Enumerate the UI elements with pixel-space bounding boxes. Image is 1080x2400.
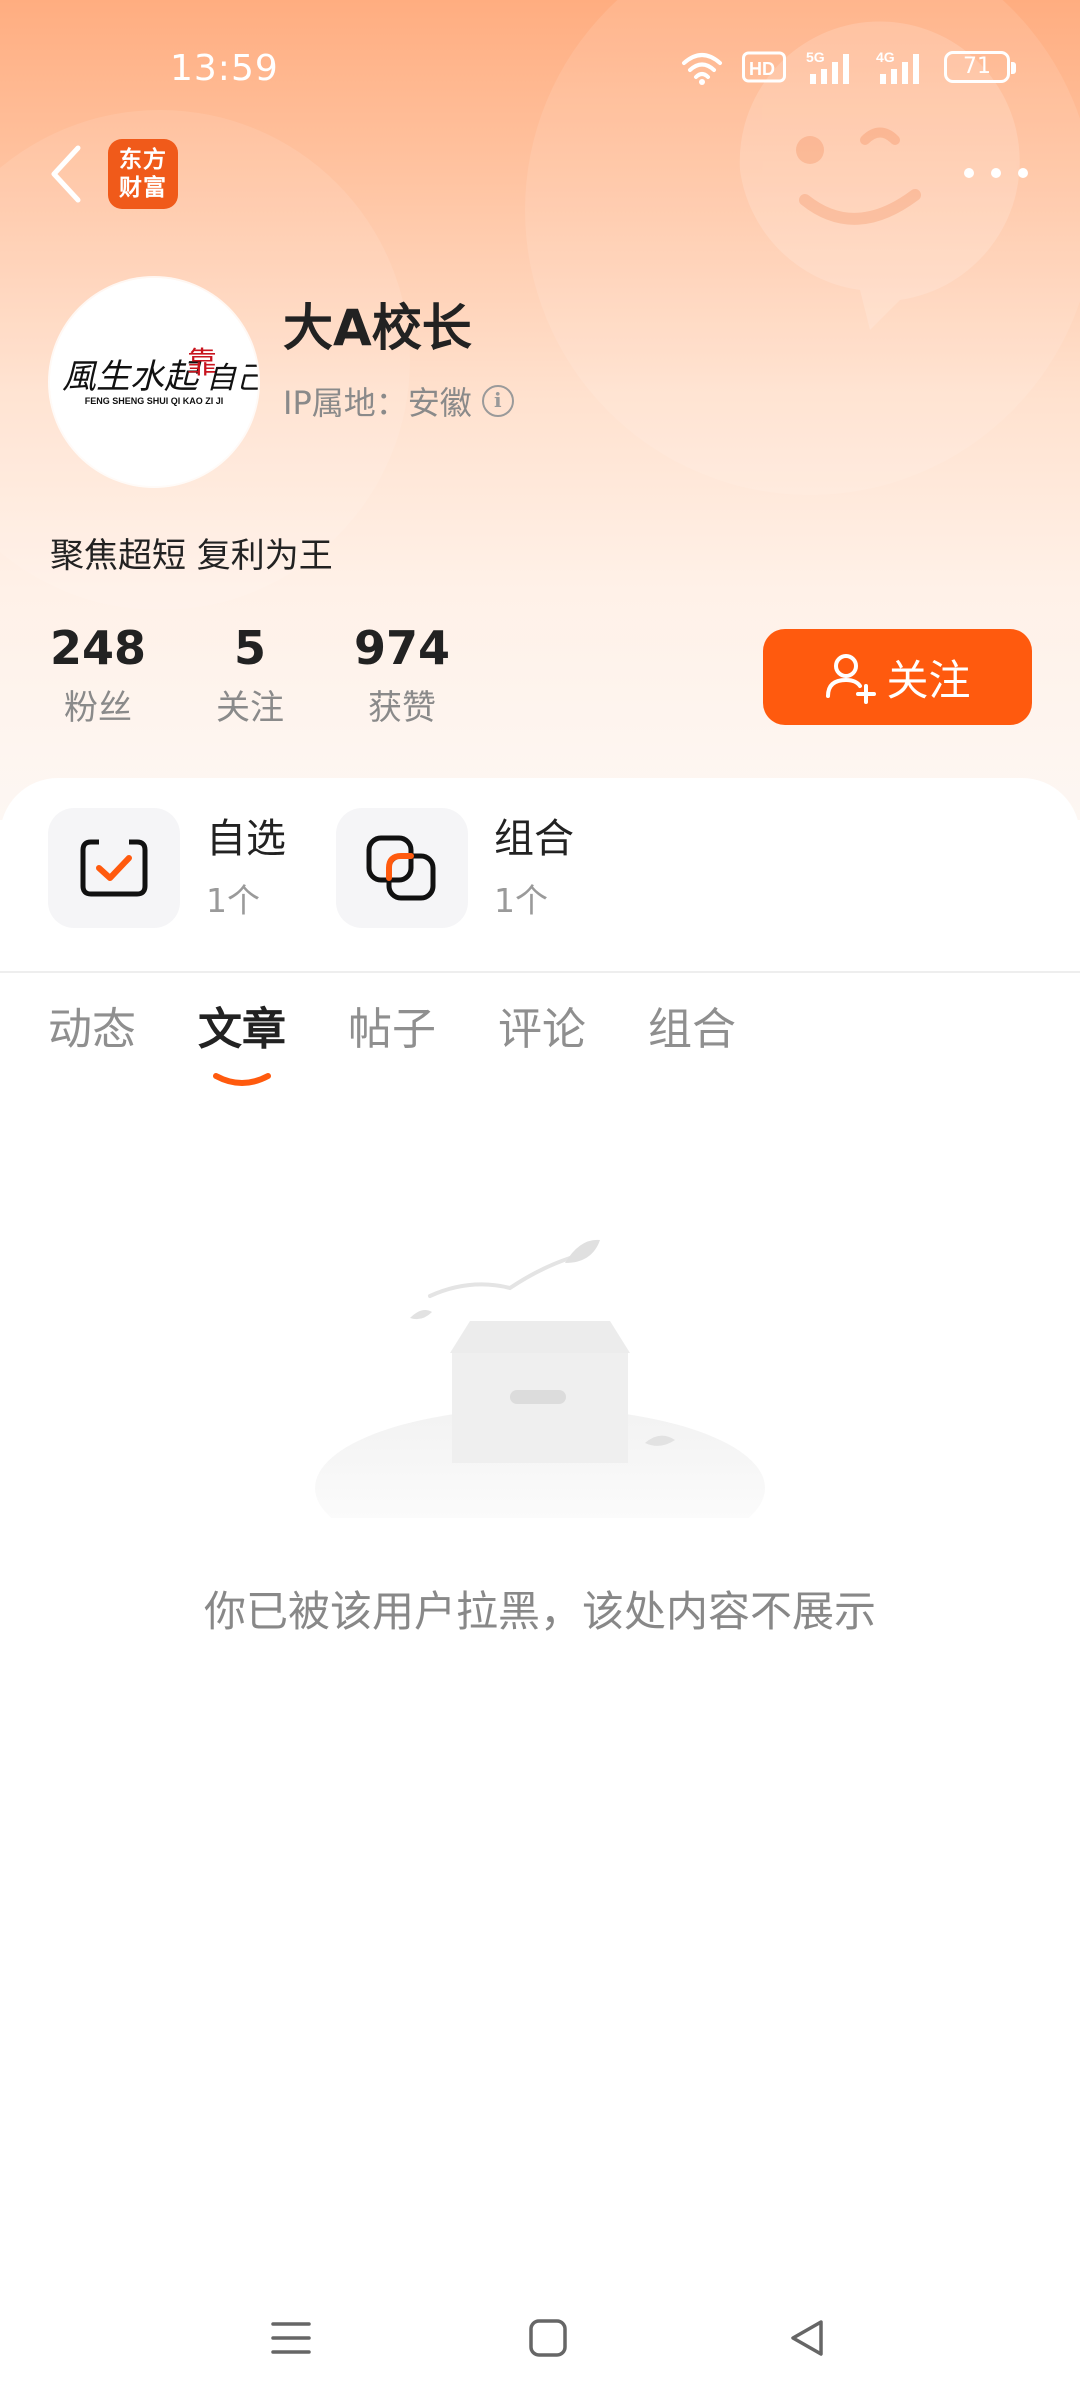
stat-label: 关注	[216, 688, 285, 728]
status-time: 13:59	[170, 48, 279, 89]
user-bio: 聚焦超短 复利为王	[50, 536, 333, 576]
menu-icon[interactable]	[261, 2308, 321, 2368]
active-tab-indicator	[213, 1073, 271, 1086]
status-bar: 13:59 HD 5G 4G 71	[0, 0, 1080, 140]
more-options-icon[interactable]	[964, 162, 1028, 184]
app-logo-line2: 财富	[119, 175, 167, 201]
shortcut-title: 自选	[206, 816, 286, 862]
wifi-icon	[682, 53, 722, 85]
shortcut-count: 1个	[206, 881, 260, 920]
dot-icon	[1018, 168, 1028, 178]
ip-location-row[interactable]: IP属地：安徽 i	[283, 378, 514, 424]
ip-location: IP属地：安徽	[283, 384, 472, 422]
shortcut-icon-box	[48, 808, 180, 928]
dot-icon	[964, 168, 974, 178]
dot-icon	[991, 168, 1001, 178]
shortcut-title: 组合	[494, 816, 574, 862]
battery-icon: 71	[944, 51, 1016, 83]
hd-label: HD	[749, 59, 775, 79]
tab-articles[interactable]: 文章	[198, 1000, 286, 1086]
net2-label: 4G	[876, 49, 895, 65]
tab-portfolios[interactable]: 组合	[648, 1000, 736, 1060]
divider	[0, 971, 1080, 973]
tab-dynamics[interactable]: 动态	[48, 1000, 136, 1060]
follow-button-label: 关注	[886, 655, 971, 705]
net1-label: 5G	[806, 49, 825, 65]
follow-button[interactable]: 关注	[763, 629, 1032, 725]
empty-box-illustration	[315, 1239, 765, 1518]
signal-4g-icon: 4G	[876, 49, 919, 84]
app-logo: 东方 财富	[108, 139, 178, 209]
system-nav-bar	[0, 2270, 1080, 2400]
back-triangle-icon[interactable]	[777, 2308, 837, 2368]
checkbox-icon	[80, 836, 148, 897]
home-icon[interactable]	[518, 2308, 578, 2368]
status-icons: HD 5G 4G 71	[680, 46, 1016, 88]
stat-value: 5	[234, 621, 267, 675]
shortcut-portfolio[interactable]: 组合 1个	[336, 808, 574, 928]
avatar-latin-text: FENG SHENG SHUI QI KAO ZI JI	[85, 396, 224, 406]
shortcut-icon-box	[336, 808, 468, 928]
app-logo-line1: 东方	[119, 147, 167, 173]
tab-posts[interactable]: 帖子	[348, 1000, 436, 1060]
stats-row: 248 粉丝 5 关注 974 获赞	[50, 620, 520, 729]
avatar[interactable]: 風生水起 靠 自己 FENG SHENG SHUI QI KAO ZI JI	[50, 278, 258, 486]
stat-value: 974	[354, 621, 451, 675]
shortcut-watchlist[interactable]: 自选 1个	[48, 808, 286, 928]
stat-followers[interactable]: 248 粉丝	[50, 620, 146, 729]
battery-level: 71	[963, 54, 991, 79]
user-name: 大A校长	[283, 299, 472, 357]
hd-icon: HD	[742, 51, 786, 83]
stat-label: 粉丝	[64, 688, 133, 728]
avatar-image: 風生水起 靠 自己 FENG SHENG SHUI QI KAO ZI JI	[50, 278, 258, 486]
tab-articles-label: 文章	[198, 1004, 286, 1055]
empty-state-message: 你已被该用户拉黑，该处内容不展示	[203, 1587, 876, 1636]
profile-header: 13:59 HD 5G 4G 71 东方 财富 風生水起 靠 自 FENG SH…	[0, 0, 1080, 820]
stat-following[interactable]: 5 关注	[216, 620, 284, 729]
shortcut-count: 1个	[494, 881, 548, 920]
stat-label: 获赞	[368, 688, 437, 728]
profile-screen: 13:59 HD 5G 4G 71 东方 财富 風生水起 靠 自 FENG SH…	[0, 0, 1080, 2400]
stat-likes[interactable]: 974 获赞	[354, 620, 450, 729]
avatar-calligraphy-main: 風生水起	[62, 357, 202, 397]
signal-5g-icon: 5G	[806, 49, 849, 84]
content-tabs: 动态 文章 帖子 评论 组合	[48, 1000, 798, 1086]
stat-value: 248	[50, 621, 147, 675]
info-icon[interactable]: i	[481, 385, 514, 417]
back-arrow-icon[interactable]	[44, 142, 88, 206]
tab-comments[interactable]: 评论	[498, 1000, 586, 1060]
avatar-calligraphy-tail: 自己	[206, 361, 258, 396]
overlap-squares-icon	[366, 835, 436, 901]
profile-content-card: 自选 1个 组合 1个 动态 文章 帖子 评论 组合 你已被该用户拉黑，该处内容…	[0, 778, 1080, 2400]
add-user-icon	[826, 654, 877, 704]
